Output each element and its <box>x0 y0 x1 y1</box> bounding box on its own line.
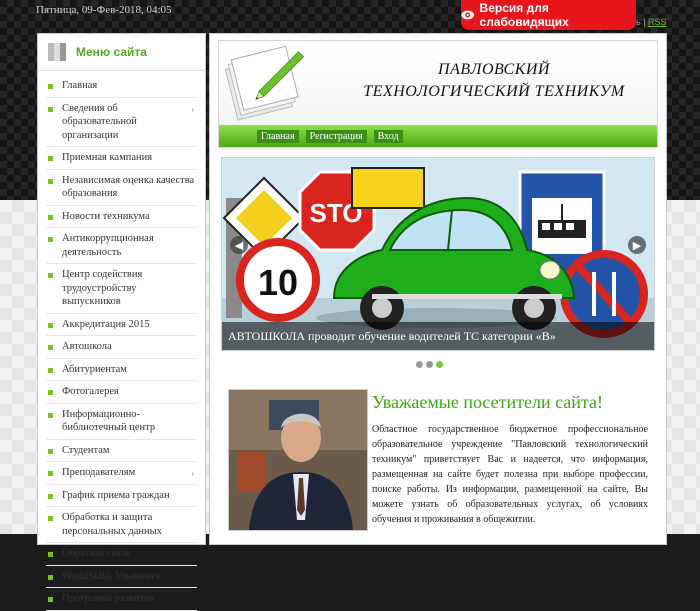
bullet-icon <box>48 106 53 112</box>
sidebar-item[interactable]: Аккредитация 2015 <box>46 314 197 336</box>
sidebar-item[interactable]: Абитуриентам <box>46 359 197 381</box>
sidebar-item-label: WorldSkills Ульяновск <box>62 570 162 582</box>
sidebar-item[interactable]: Обработка и защита персональных данных <box>46 507 197 543</box>
slider-pagination <box>416 361 443 368</box>
welcome-title: Уважаемые посетители сайта! <box>372 392 604 412</box>
sidebar-item-label: Абитуриентам <box>62 363 127 375</box>
bullet-icon <box>48 156 53 161</box>
sidebar-item-label: Аккредитация 2015 <box>62 318 150 330</box>
sidebar-item[interactable]: Независимая оценка качества образования <box>46 170 197 206</box>
bullet-icon <box>48 412 53 418</box>
slider-next-arrow[interactable]: ▶ <box>628 236 646 254</box>
nav-registration[interactable]: Регистрация <box>305 129 367 143</box>
low-vision-version-label: Версия для слабовидящих <box>479 1 569 29</box>
sidebar-item-label: Главная <box>62 80 98 91</box>
sidebar-menu-list: Главная Сведения об образовательной орган… <box>46 75 197 611</box>
bullet-icon <box>48 448 53 454</box>
slider-dot[interactable] <box>426 361 433 368</box>
sidebar-item-label: Студентам <box>62 444 110 456</box>
bullet-icon <box>48 574 53 580</box>
sidebar-item-label: Независимая оценка качества образования <box>62 174 195 200</box>
image-slider[interactable]: STO 10 ◀ ▶ АВТОШКОЛА проводит обучение в… <box>221 157 655 351</box>
director-photo <box>228 389 368 531</box>
bullet-icon <box>48 345 53 350</box>
notepad-pencil-logo <box>224 45 305 121</box>
sidebar-item-label: Обратная связь <box>62 548 131 559</box>
menu-pixel-icon <box>48 43 66 61</box>
sidebar-item-label: Антикоррупционная деятельность <box>62 233 154 258</box>
site-title-line1: ПАВЛОВСКИЙ <box>438 61 550 78</box>
sidebar-item[interactable]: График приема граждан <box>46 485 197 507</box>
sidebar-item[interactable]: Антикоррупционная деятельность <box>46 228 197 264</box>
bullet-icon <box>48 367 53 373</box>
welcome-text: Областное государственное бюджетное проф… <box>372 424 648 525</box>
bullet-icon <box>48 471 53 476</box>
sidebar-item[interactable]: Программа развития <box>46 588 197 611</box>
site-title: ПАВЛОВСКИЙ ТЕХНОЛОГИЧЕСКИЙ ТЕХНИКУМ <box>329 59 659 103</box>
sidebar-header: Меню сайта <box>38 34 205 71</box>
bullet-icon <box>48 493 53 499</box>
sidebar-item-label: Преподавателям <box>62 467 136 478</box>
site-title-line2: ТЕХНОЛОГИЧЕСКИЙ ТЕХНИКУМ <box>363 83 625 100</box>
sidebar-menu: Меню сайта Главная Сведения об образовате… <box>37 33 206 611</box>
nav-login[interactable]: Вход <box>373 129 403 143</box>
sidebar-item-label: Фотогалерея <box>62 386 119 397</box>
bullet-icon <box>48 390 53 395</box>
submenu-arrow-icon: › <box>191 104 194 114</box>
slide-caption: АВТОШКОЛА проводит обучение водителей ТС… <box>222 322 654 350</box>
submenu-arrow-icon: › <box>191 469 194 478</box>
bullet-icon <box>48 322 53 328</box>
sidebar-item-label: Программа развития <box>62 593 155 604</box>
sidebar-item-label: Информационно-библиотечный центр <box>62 408 156 434</box>
sidebar-item[interactable]: Сведения об образовательной организации › <box>46 98 197 147</box>
sidebar-item-label: Центр содействия трудоустройству выпускн… <box>62 269 143 307</box>
current-datetime: Пятница, 09-Фев-2018, 04:05 <box>36 4 172 16</box>
sidebar-item[interactable]: Обратная связь <box>46 543 197 566</box>
sidebar-item-label: Приемная кампания <box>62 152 153 163</box>
sidebar-item[interactable]: Информационно-библиотечный центр <box>46 404 197 440</box>
bullet-icon <box>48 178 53 184</box>
sidebar-item[interactable]: Студентам <box>46 440 197 462</box>
bullet-icon <box>48 237 53 242</box>
bullet-icon <box>48 214 53 220</box>
bullet-icon <box>48 552 53 557</box>
rss-links: ь | RSS <box>636 17 667 27</box>
sidebar-item-label: Новости техникума <box>62 210 150 222</box>
sidebar-item-label: Обработка и защита персональных данных <box>62 512 162 537</box>
slider-dot[interactable] <box>416 361 423 368</box>
sidebar-item[interactable]: Приемная кампания <box>46 147 197 170</box>
sidebar-item[interactable]: Преподавателям › <box>46 462 197 485</box>
nav-home[interactable]: Главная <box>257 129 299 143</box>
yellow-sign <box>351 167 425 209</box>
sidebar-item[interactable]: Фотогалерея <box>46 381 197 404</box>
bullet-icon <box>48 273 53 278</box>
speed-limit-text: 10 <box>258 262 298 303</box>
sidebar-item[interactable]: Главная <box>46 75 197 98</box>
sidebar-item[interactable]: WorldSkills Ульяновск <box>46 566 197 588</box>
low-vision-version-button[interactable]: Версия для слабовидящих <box>461 0 636 30</box>
top-navigation: Главная Регистрация Вход <box>219 125 657 147</box>
rss-prefix: ь | <box>636 17 646 27</box>
sidebar-item[interactable]: Автошкола <box>46 336 197 359</box>
sidebar-item-label: График приема граждан <box>62 489 170 501</box>
sidebar-item[interactable]: Новости техникума <box>46 206 197 228</box>
bullet-icon <box>48 84 53 89</box>
speed-limit-sign: 10 <box>236 238 320 322</box>
rss-link[interactable]: RSS <box>648 17 667 27</box>
slider-prev-arrow[interactable]: ◀ <box>230 236 248 254</box>
main-content: ПАВЛОВСКИЙ ТЕХНОЛОГИЧЕСКИЙ ТЕХНИКУМ Глав… <box>209 33 667 545</box>
sidebar-item-label: Сведения об образовательной организации <box>62 102 137 141</box>
bullet-icon <box>48 516 53 521</box>
eye-icon <box>461 10 475 20</box>
slider-dot-active[interactable] <box>436 361 443 368</box>
bullet-icon <box>48 597 53 602</box>
sidebar-item-label: Автошкола <box>62 341 112 352</box>
sidebar-title: Меню сайта <box>76 45 147 59</box>
site-header: ПАВЛОВСКИЙ ТЕХНОЛОГИЧЕСКИЙ ТЕХНИКУМ Глав… <box>218 40 658 148</box>
sidebar-item[interactable]: Центр содействия трудоустройству выпускн… <box>46 264 197 314</box>
